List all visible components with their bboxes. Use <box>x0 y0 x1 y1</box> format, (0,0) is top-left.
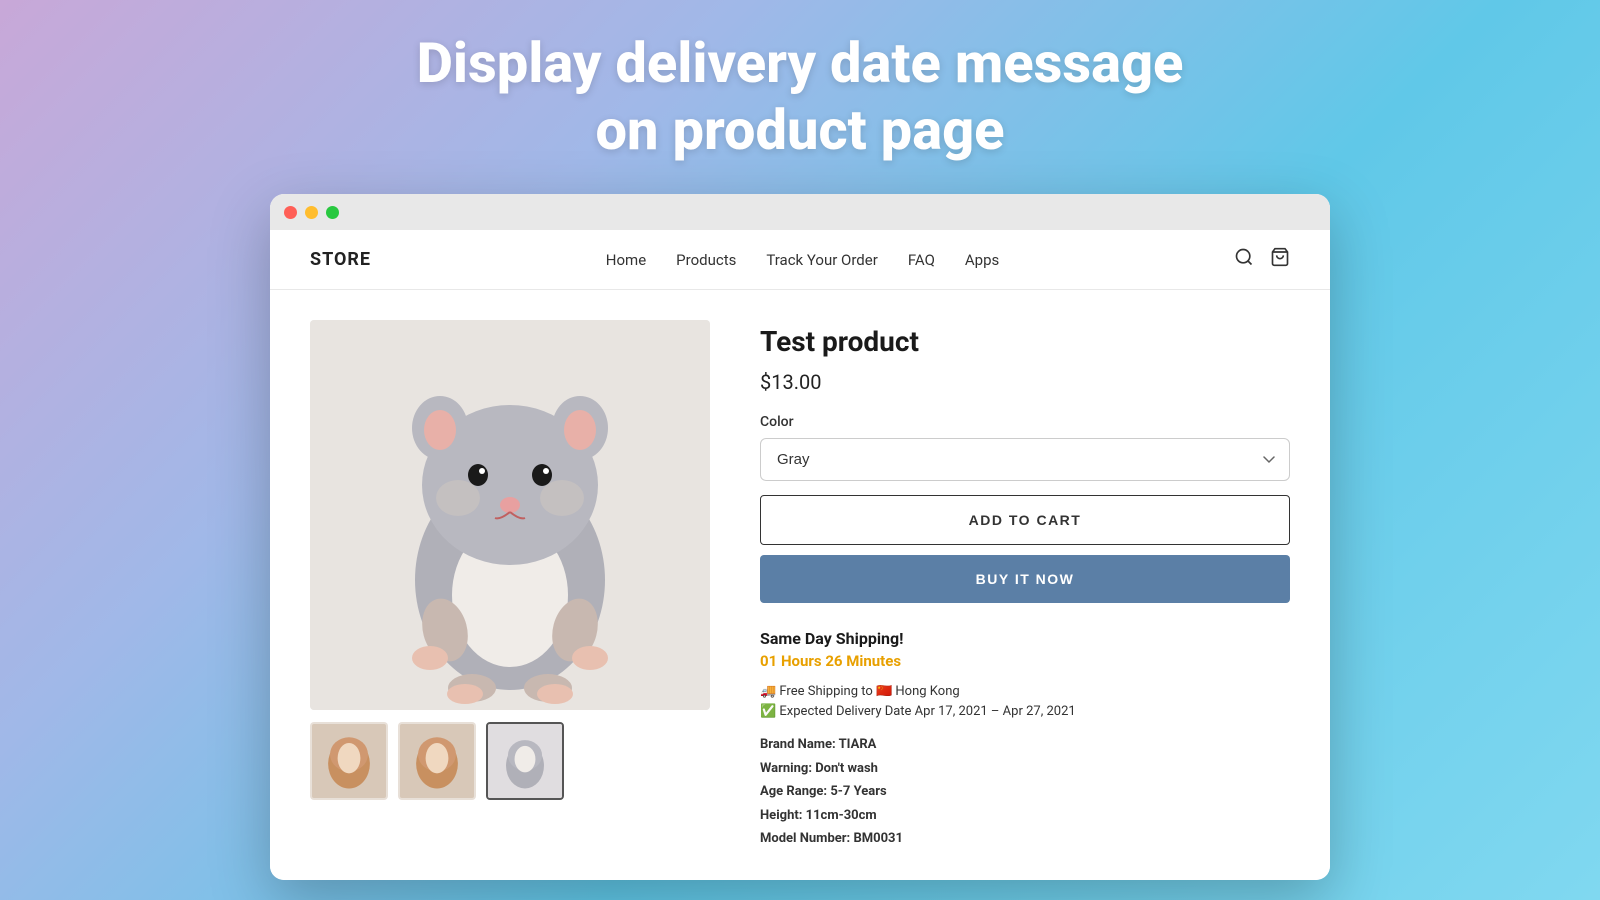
minimize-button[interactable] <box>305 206 318 219</box>
thumbnail-2[interactable] <box>398 722 476 800</box>
shipping-section: Same Day Shipping! 01 Hours 26 Minutes 🚚… <box>760 629 1290 719</box>
nav-home[interactable]: Home <box>606 251 646 269</box>
product-details: Brand Name: TIARA Warning: Don't wash Ag… <box>760 733 1290 850</box>
nav-products[interactable]: Products <box>676 251 736 269</box>
add-to-cart-button[interactable]: ADD TO CART <box>760 495 1290 545</box>
buy-now-button[interactable]: BUY IT NOW <box>760 555 1290 603</box>
product-title: Test product <box>760 325 1290 358</box>
product-image-section <box>310 320 710 850</box>
cart-icon[interactable] <box>1270 247 1290 272</box>
thumbnail-3[interactable] <box>486 722 564 800</box>
nav-faq[interactable]: FAQ <box>908 251 935 269</box>
search-icon[interactable] <box>1234 247 1254 272</box>
thumbnail-row <box>310 722 710 800</box>
same-day-shipping-label: Same Day Shipping! <box>760 629 1290 648</box>
nav-icons <box>1234 247 1290 272</box>
browser-window: STORE Home Products Track Your Order FAQ… <box>270 194 1330 880</box>
maximize-button[interactable] <box>326 206 339 219</box>
nav-links: Home Products Track Your Order FAQ Apps <box>371 250 1234 269</box>
product-layout: Test product $13.00 Color Gray Brown Whi… <box>270 290 1330 880</box>
store-nav: STORE Home Products Track Your Order FAQ… <box>270 230 1330 290</box>
free-shipping-info: 🚚 Free Shipping to 🇨🇳 Hong Kong <box>760 684 1290 699</box>
thumbnail-1[interactable] <box>310 722 388 800</box>
store-page: STORE Home Products Track Your Order FAQ… <box>270 230 1330 880</box>
color-select[interactable]: Gray Brown White <box>760 438 1290 481</box>
product-info: Test product $13.00 Color Gray Brown Whi… <box>760 320 1290 850</box>
color-label: Color <box>760 414 1290 430</box>
store-logo: STORE <box>310 249 371 270</box>
product-price: $13.00 <box>760 370 1290 394</box>
nav-track-order[interactable]: Track Your Order <box>766 251 877 269</box>
hero-title: Display delivery date message on product… <box>417 30 1184 164</box>
main-product-image <box>310 320 710 710</box>
nav-apps[interactable]: Apps <box>965 251 999 269</box>
browser-titlebar <box>270 194 1330 230</box>
close-button[interactable] <box>284 206 297 219</box>
delivery-date-info: ✅ Expected Delivery Date Apr 17, 2021 – … <box>760 704 1290 719</box>
countdown-timer: 01 Hours 26 Minutes <box>760 652 1290 670</box>
